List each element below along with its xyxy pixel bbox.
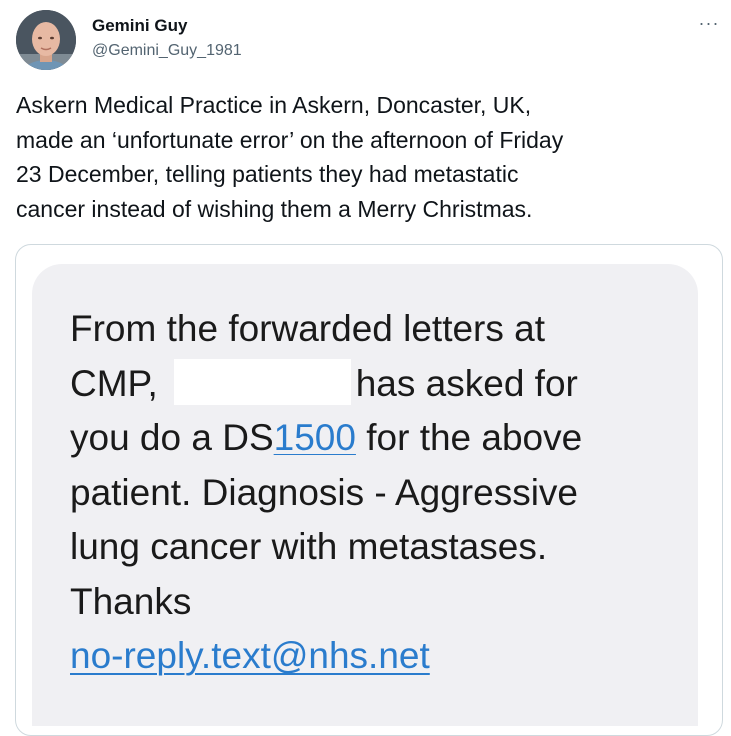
- tweet-text-line: Askern Medical Practice in Askern, Donca…: [16, 92, 532, 118]
- more-options-button[interactable]: ···: [694, 10, 724, 36]
- sms-line: lung cancer with metastases.: [70, 526, 548, 567]
- redacted-name-block: [173, 358, 351, 405]
- form-number-link[interactable]: 1500: [274, 417, 356, 458]
- ellipsis-icon: ···: [698, 13, 720, 33]
- sms-line-segment: has asked for: [355, 362, 578, 404]
- sms-line: no-reply.text@nhs.net: [70, 629, 582, 684]
- email-link[interactable]: no-reply.text@nhs.net: [70, 635, 430, 676]
- tweet-text-line: made an ‘unfortunate error’ on the after…: [16, 126, 564, 153]
- tweet-text-line: 23 December, telling patients they had m…: [16, 161, 519, 187]
- profile-photo-icon: [16, 10, 76, 70]
- sms-message-text: From the forwarded letters at CMP, has as…: [70, 302, 582, 684]
- author-avatar[interactable]: [16, 10, 76, 70]
- sms-line: From the forwarded letters at: [70, 308, 546, 349]
- sms-line: you do a DS1500 for the above: [70, 411, 582, 466]
- sms-line: Thanks: [70, 580, 192, 622]
- author-display-name[interactable]: Gemini Guy: [92, 16, 187, 36]
- sms-line: patient. Diagnosis - Aggressive: [70, 471, 578, 513]
- sms-line-segment: CMP,: [70, 362, 158, 404]
- sms-line: CMP, has asked for: [70, 357, 582, 412]
- sms-line-segment: you do a DS: [70, 417, 274, 458]
- tweet-text: Askern Medical Practice in Askern, Donca…: [16, 88, 716, 226]
- author-handle[interactable]: @Gemini_Guy_1981: [92, 42, 242, 60]
- sms-line-segment: for the above: [355, 417, 583, 458]
- tweet[interactable]: Gemini Guy @Gemini_Guy_1981 ··· Askern M…: [0, 0, 731, 736]
- tweet-text-line: cancer instead of wishing them a Merry C…: [16, 195, 533, 222]
